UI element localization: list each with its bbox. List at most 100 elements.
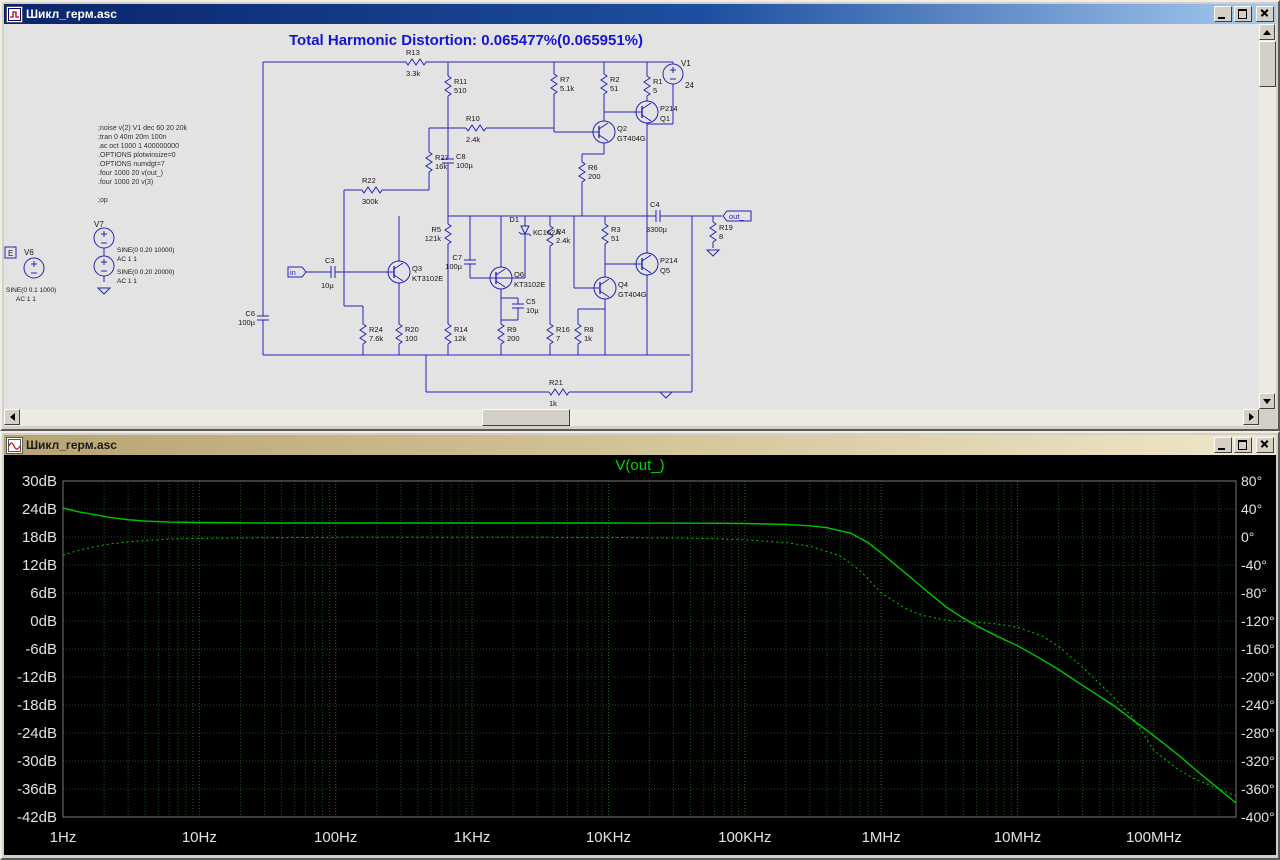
svg-text:R7: R7 [560, 75, 570, 84]
svg-text:.OPTIONS numdgt=7: .OPTIONS numdgt=7 [98, 161, 165, 168]
svg-text:2.4k: 2.4k [466, 135, 480, 144]
schematic-titlebar[interactable]: Шикл_герм.asc [4, 4, 1276, 24]
svg-text:3.3k: 3.3k [406, 69, 420, 78]
component-Q1[interactable]: P214Q1 [635, 100, 678, 124]
svg-text:GT404G: GT404G [618, 290, 647, 299]
svg-text:-42dB: -42dB [17, 809, 57, 826]
svg-text:R22: R22 [362, 176, 376, 185]
component-Q3[interactable]: Q3KT3102E [387, 260, 443, 284]
net-flag-out_[interactable]: out_ [722, 210, 752, 222]
component-R10[interactable]: R10 2.4k [465, 114, 487, 144]
schematic-content: R13 3.3k R11 510 R7 5.1k R2 51 R1 5 R23 16k R10 2.4k R… [4, 24, 1276, 426]
svg-text:1Hz: 1Hz [50, 829, 77, 846]
svg-text:30dB: 30dB [22, 473, 57, 490]
svg-text:;tran 0 40m 20m 100n: ;tran 0 40m 20m 100n [98, 134, 167, 141]
component-R9[interactable]: R9200 [497, 323, 520, 345]
svg-text:200: 200 [588, 172, 601, 181]
svg-text:51: 51 [611, 234, 619, 243]
component-R22[interactable]: R22 300k [361, 176, 383, 206]
component-C4[interactable]: C4 3300µ [646, 200, 668, 234]
horizontal-scrollbar[interactable] [4, 409, 1259, 426]
trace-label[interactable]: V(out_) [4, 457, 1276, 474]
bode-plot[interactable]: 30dB 80° 24dB 40° 18dB 0° 12dB -40° 6dB -80° 0dB -1… [4, 455, 1276, 855]
component-C6[interactable]: C6100µ [238, 309, 269, 327]
component-C5[interactable]: C510µ [512, 297, 539, 315]
component-R16[interactable]: R167 [546, 323, 570, 345]
component-Q5[interactable]: P214Q5 [635, 252, 678, 276]
component-D1[interactable]: D1 КС162А [509, 215, 560, 242]
component-Q4[interactable]: Q4GT404G [593, 276, 647, 300]
svg-text:80°: 80° [1241, 473, 1262, 489]
svg-text:12dB: 12dB [22, 557, 57, 574]
svg-text:R5: R5 [431, 225, 441, 234]
minimize-button[interactable] [1214, 437, 1232, 453]
maximize-button[interactable] [1234, 6, 1252, 22]
component-R13[interactable]: R13 3.3k [405, 48, 427, 78]
source-V7b[interactable] [93, 255, 115, 277]
component-R8[interactable]: R81k [574, 323, 594, 345]
svg-text:GT404G: GT404G [617, 134, 646, 143]
svg-text:R20: R20 [405, 325, 419, 334]
net-flag-in[interactable]: in [287, 266, 307, 278]
close-button[interactable] [1256, 6, 1274, 22]
svg-text:R11: R11 [454, 77, 467, 86]
component-R5[interactable]: R5121k [425, 223, 452, 245]
component-R1[interactable]: R15 [643, 75, 663, 97]
source-V6[interactable] [23, 257, 45, 279]
component-R20[interactable]: R20100 [395, 323, 419, 345]
svg-text:100KHz: 100KHz [718, 829, 771, 846]
ground-symbol [96, 287, 112, 295]
svg-text:.ac oct 1000 1 400000000: .ac oct 1000 1 400000000 [98, 143, 179, 150]
scroll-right-button[interactable] [1243, 409, 1259, 425]
schematic-label: AC 1 1 [16, 296, 36, 303]
svg-text:18dB: 18dB [22, 529, 57, 546]
svg-text:10µ: 10µ [526, 306, 539, 315]
component-R6[interactable]: R6200 [578, 161, 601, 183]
horizontal-scroll-thumb[interactable] [482, 409, 570, 426]
plot-content: 30dB 80° 24dB 40° 18dB 0° 12dB -40° 6dB -80° 0dB -1… [4, 455, 1276, 855]
vertical-scroll-thumb[interactable] [1259, 41, 1276, 87]
component-R14[interactable]: R1412k [444, 323, 468, 345]
svg-text:300k: 300k [362, 197, 379, 206]
svg-text:510: 510 [454, 86, 467, 95]
ground-symbol [658, 391, 674, 399]
component-R24[interactable]: R247.6k [359, 323, 383, 345]
component-C3[interactable]: C3 10µ [321, 256, 341, 290]
vertical-scrollbar[interactable] [1259, 24, 1276, 409]
svg-text:7.6k: 7.6k [369, 334, 383, 343]
svg-text:1KHz: 1KHz [454, 829, 491, 846]
scroll-up-button[interactable] [1259, 24, 1275, 40]
svg-text:.four 1000 20 v(out_): .four 1000 20 v(out_) [98, 170, 163, 177]
component-R11[interactable]: R11510 [444, 75, 467, 97]
minimize-button[interactable] [1214, 6, 1232, 22]
svg-text:-120°: -120° [1241, 613, 1275, 629]
svg-text:R16: R16 [556, 325, 570, 334]
maximize-button[interactable] [1234, 437, 1252, 453]
schematic-canvas[interactable]: R133.3k R11510 R75.1k R251 R15 R2316k R102.4k R… [4, 24, 1259, 409]
svg-text:-320°: -320° [1241, 753, 1275, 769]
svg-text:C8: C8 [456, 152, 466, 161]
source-V7[interactable] [93, 227, 115, 249]
scrollbar-corner [1259, 409, 1276, 426]
component-C7[interactable]: C7100µ [445, 253, 476, 271]
component-R23[interactable]: R2316k [425, 151, 449, 173]
scroll-down-button[interactable] [1259, 393, 1275, 409]
spice-directives[interactable]: ;noise v(2) V1 dec 60 20 20k ;tran 0 40m … [98, 125, 188, 204]
close-button[interactable] [1256, 437, 1274, 453]
svg-text:1k: 1k [549, 399, 557, 408]
svg-text:;noise v(2) V1 dec 60 20 20k: ;noise v(2) V1 dec 60 20 20k [98, 125, 188, 132]
component-R3[interactable]: R351 [601, 223, 621, 245]
component-Q2[interactable]: Q2GT404G [592, 120, 646, 144]
component-R21[interactable]: R21 1k [548, 378, 570, 408]
svg-text:10KHz: 10KHz [586, 829, 631, 846]
component-R2[interactable]: R251 [600, 73, 620, 95]
waveform-titlebar[interactable]: Шикл_герм.asc [4, 435, 1276, 455]
svg-text:-160°: -160° [1241, 641, 1275, 657]
source-V1[interactable] [662, 63, 684, 85]
scroll-left-button[interactable] [4, 409, 20, 425]
schematic-label: V6 [24, 248, 34, 257]
schematic-label: 24 [685, 81, 694, 90]
svg-text:Q1: Q1 [660, 114, 670, 123]
component-R19[interactable]: R198 [709, 221, 733, 243]
component-R7[interactable]: R75.1k [550, 73, 574, 95]
